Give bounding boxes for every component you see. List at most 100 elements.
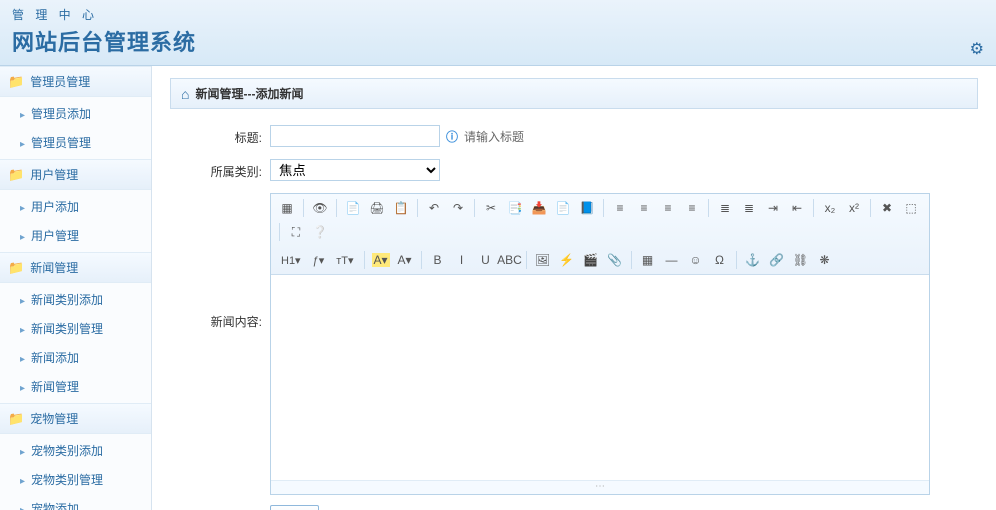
align-right-icon[interactable]: ≡ (658, 198, 678, 218)
remove-format-icon[interactable]: ✖ (877, 198, 897, 218)
select-all-icon[interactable]: ⬚ (901, 198, 921, 218)
menu-item[interactable]: 宠物类别管理 (0, 465, 151, 494)
unlink-icon[interactable]: ⛓ (791, 250, 811, 270)
folder-icon: 📁 (8, 167, 24, 183)
menu-item[interactable]: 新闻类别管理 (0, 314, 151, 343)
italic-icon[interactable]: I (452, 250, 472, 270)
menu-item[interactable]: 管理员管理 (0, 128, 151, 157)
source-icon[interactable]: ▦ (277, 198, 297, 218)
category-select[interactable]: 焦点 (270, 159, 440, 181)
hr-icon[interactable]: — (662, 250, 682, 270)
menu-group-head[interactable]: 📁 新闻管理 (0, 252, 151, 283)
help-icon[interactable]: ❔ (310, 222, 330, 242)
about-icon[interactable]: ❋ (815, 250, 835, 270)
editor-content-area[interactable] (271, 275, 929, 480)
font-size-select[interactable]: ᴛT▾ (332, 250, 357, 270)
paste-word-icon[interactable]: 📘 (577, 198, 597, 218)
image-icon[interactable]: 🖼 (533, 250, 553, 270)
subscript-icon[interactable]: x₂ (820, 198, 840, 218)
toolbar-separator (631, 251, 632, 269)
align-left-icon[interactable]: ≡ (610, 198, 630, 218)
submit-button[interactable]: 添加 (270, 505, 319, 510)
rich-text-boxor: ▦👁📄🖨📋↶↷✂📑📥📄📘≡≡≡≡≣≣⇥⇤x₂x²✖⬚⛶❔H1▾ƒ▾ᴛT▾A▾A▾… (270, 193, 930, 495)
toolbar-separator (526, 251, 527, 269)
sidebar: 📁管理员管理管理员添加管理员管理📁用户管理用户添加用户管理📁新闻管理新闻类别添加… (0, 66, 152, 510)
toolbar-separator (421, 251, 422, 269)
toolbar-separator (474, 199, 475, 217)
link-icon[interactable]: 🔗 (767, 250, 787, 270)
menu-group-title: 新闻管理 (30, 259, 78, 276)
editor-resize-handle[interactable]: ⋯ (271, 480, 929, 494)
folder-icon: 📁 (8, 260, 24, 276)
list-ol-icon[interactable]: ≣ (715, 198, 735, 218)
font-family-select[interactable]: ƒ▾ (309, 250, 329, 270)
editor-toolbar: ▦👁📄🖨📋↶↷✂📑📥📄📘≡≡≡≡≣≣⇥⇤x₂x²✖⬚⛶❔H1▾ƒ▾ᴛT▾A▾A▾… (271, 194, 929, 275)
heading-select[interactable]: H1▾ (277, 250, 305, 270)
copy-icon[interactable]: 📄 (343, 198, 363, 218)
copy2-icon[interactable]: 📑 (505, 198, 525, 218)
media-icon[interactable]: 🎬 (581, 250, 601, 270)
folder-icon: 📁 (8, 411, 24, 427)
align-center-icon[interactable]: ≡ (634, 198, 654, 218)
toolbar-separator (603, 199, 604, 217)
menu-item[interactable]: 宠物类别添加 (0, 436, 151, 465)
toolbar-separator (364, 251, 365, 269)
char-icon[interactable]: Ω (710, 250, 730, 270)
toolbar-separator (813, 199, 814, 217)
indent-icon[interactable]: ⇥ (763, 198, 783, 218)
bold-icon[interactable]: B (428, 250, 448, 270)
main-content: ⌂ 新闻管理---添加新闻 标题: ⓘ 请输入标题 所属类别: 焦点 新闻内容: (152, 66, 996, 510)
menu-group-head[interactable]: 📁 宠物管理 (0, 403, 151, 434)
menu-group-title: 管理员管理 (30, 73, 90, 90)
anchor-icon[interactable]: ⚓ (743, 250, 763, 270)
superscript-icon[interactable]: x² (844, 198, 864, 218)
redo-icon[interactable]: ↷ (448, 198, 468, 218)
menu-group-title: 用户管理 (30, 166, 78, 183)
home-icon: ⌂ (181, 86, 189, 102)
toolbar-separator (870, 199, 871, 217)
category-label: 所属类别: (210, 159, 270, 180)
menu-item[interactable]: 新闻管理 (0, 372, 151, 401)
toolbar-separator (417, 199, 418, 217)
flash-icon[interactable]: ⚡ (557, 250, 577, 270)
breadcrumb: 管 理 中 心 (12, 6, 984, 23)
folder-icon: 📁 (8, 74, 24, 90)
header: 管 理 中 心 网站后台管理系统 ⚙ (0, 0, 996, 66)
paste-icon[interactable]: 📥 (529, 198, 549, 218)
file-icon[interactable]: 📎 (605, 250, 625, 270)
fullscreen-icon[interactable]: ⛶ (286, 222, 306, 242)
strike-icon[interactable]: ABC (500, 250, 520, 270)
outdent-icon[interactable]: ⇤ (787, 198, 807, 218)
menu-item[interactable]: 新闻类别添加 (0, 285, 151, 314)
site-title: 网站后台管理系统 (12, 25, 984, 57)
menu-item[interactable]: 宠物添加 (0, 494, 151, 510)
backcolor-icon[interactable]: A▾ (395, 250, 415, 270)
title-input[interactable] (270, 125, 440, 147)
menu-group-title: 宠物管理 (30, 410, 78, 427)
menu-item[interactable]: 用户添加 (0, 192, 151, 221)
menu-item[interactable]: 用户管理 (0, 221, 151, 250)
toolbar-separator (736, 251, 737, 269)
menu-item[interactable]: 新闻添加 (0, 343, 151, 372)
list-ul-icon[interactable]: ≣ (739, 198, 759, 218)
paste-text-icon[interactable]: 📄 (553, 198, 573, 218)
title-hint: 请输入标题 (464, 128, 524, 145)
menu-group-head[interactable]: 📁 用户管理 (0, 159, 151, 190)
menu-item[interactable]: 管理员添加 (0, 99, 151, 128)
toolbar-separator (303, 199, 304, 217)
content-label: 新闻内容: (210, 193, 270, 330)
table-icon[interactable]: ▦ (638, 250, 658, 270)
emoji-icon[interactable]: ☺ (686, 250, 706, 270)
page-bar: ⌂ 新闻管理---添加新闻 (170, 78, 978, 109)
template-icon[interactable]: 📋 (391, 198, 411, 218)
settings-icon[interactable]: ⚙ (970, 39, 984, 59)
page-bar-title: 新闻管理---添加新闻 (195, 85, 303, 102)
preview-icon[interactable]: 👁 (310, 198, 330, 218)
menu-group-head[interactable]: 📁 管理员管理 (0, 66, 151, 97)
undo-icon[interactable]: ↶ (424, 198, 444, 218)
align-justify-icon[interactable]: ≡ (682, 198, 702, 218)
cut-icon[interactable]: ✂ (481, 198, 501, 218)
underline-icon[interactable]: U (476, 250, 496, 270)
forecolor-icon[interactable]: A▾ (371, 250, 391, 270)
print-icon[interactable]: 🖨 (367, 198, 387, 218)
